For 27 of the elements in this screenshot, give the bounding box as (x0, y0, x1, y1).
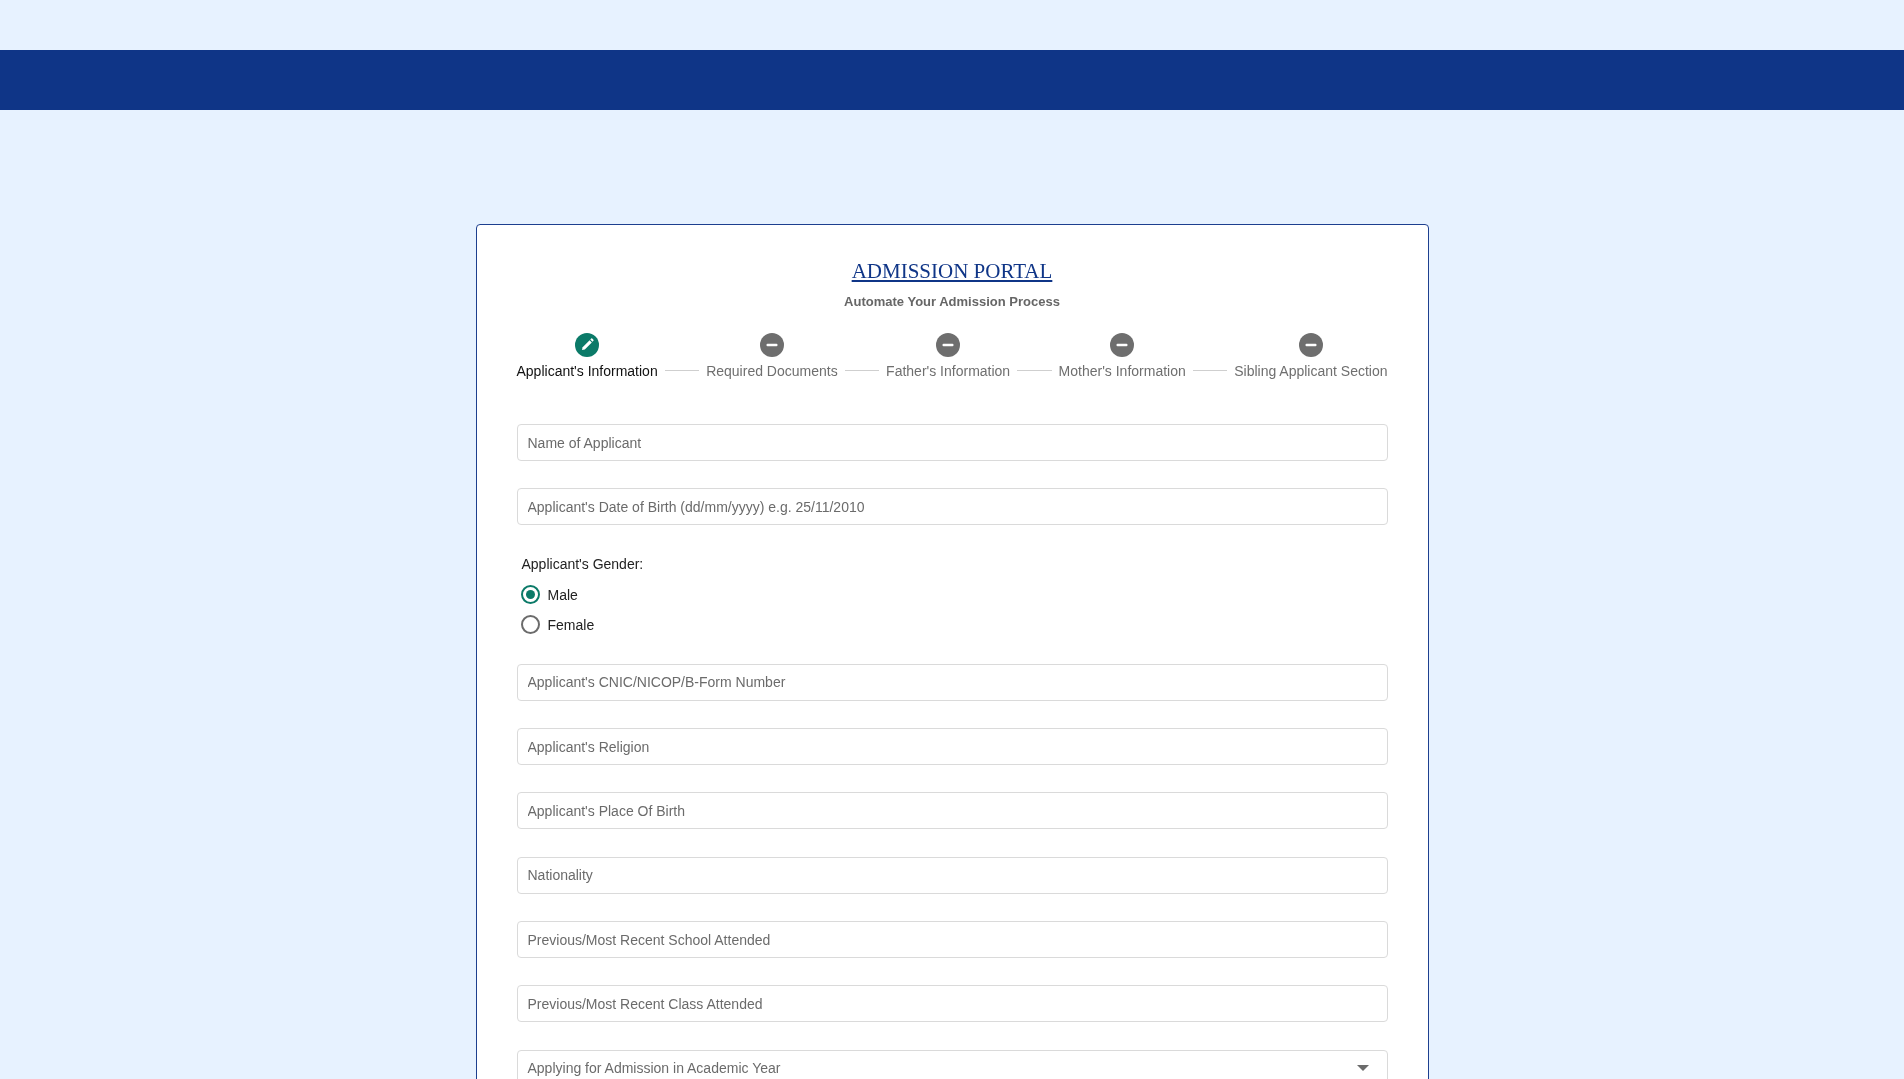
radio-label[interactable]: Female (547, 616, 595, 633)
gender-label: Applicant's Gender: (521, 554, 644, 574)
text-input-field[interactable]: Applicant's CNIC/NICOP/B-Form Number (516, 663, 1388, 701)
step-tab[interactable]: Required Documents (706, 333, 838, 380)
text-input-field[interactable]: Applicant's Place Of Birth (516, 792, 1388, 830)
minus-icon (1110, 333, 1135, 357)
step-tab[interactable]: Sibling Applicant Section (1234, 333, 1388, 380)
radio-button[interactable] (520, 615, 540, 635)
text-input-field[interactable]: Nationality (516, 856, 1388, 894)
step-tab[interactable]: Applicant's Information (516, 333, 658, 380)
caret-icon (1356, 1065, 1369, 1072)
text-input-field[interactable]: Previous/Most Recent Class Attended (516, 985, 1388, 1023)
portal-subtitle: Automate Your Admission Process (844, 293, 1060, 311)
pencil-icon (575, 333, 600, 357)
dropdown-field[interactable]: Applying for Admission in Academic Year (516, 1049, 1388, 1079)
step-tab[interactable]: Mother's Information (1058, 333, 1186, 380)
minus-icon (759, 333, 784, 357)
radio-label[interactable]: Male (547, 586, 578, 603)
text-input-field[interactable]: Name of Applicant (516, 424, 1388, 461)
text-input-field[interactable]: Previous/Most Recent School Attended (516, 921, 1388, 959)
text-input-field[interactable]: Applicant's Date of Birth (dd/mm/yyyy) e.g. 25/11/2010 (516, 488, 1388, 526)
radio-button[interactable] (520, 585, 540, 605)
text-input-field[interactable]: Applicant's Religion (516, 728, 1388, 766)
minus-icon (1298, 333, 1323, 357)
minus-icon (936, 333, 961, 357)
step-tab[interactable]: Father's Information (886, 333, 1011, 380)
portal-title: ADMISSION PORTAL (851, 258, 1053, 284)
